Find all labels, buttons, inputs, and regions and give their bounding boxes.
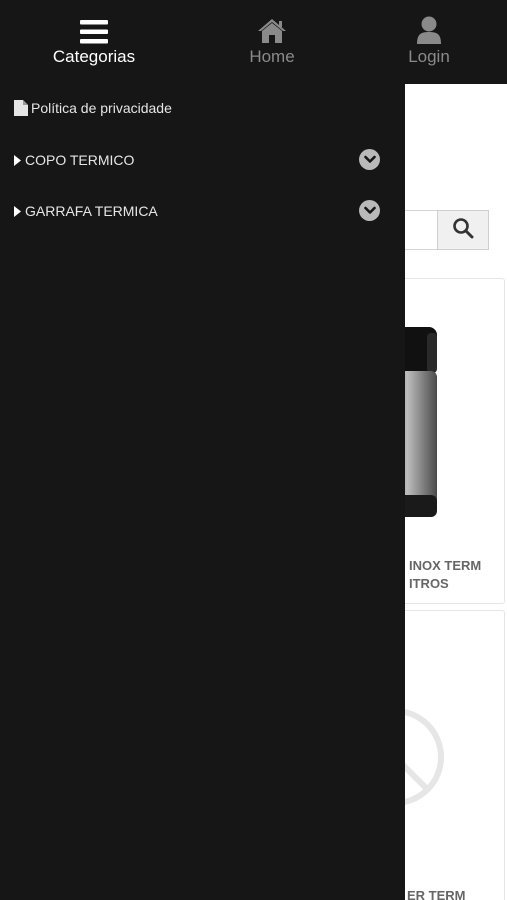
nav-login-label: Login [408,47,450,66]
menu-item-label: COPO TERMICO [25,152,135,168]
nav-login-button[interactable]: Login [369,0,489,84]
nav-categorias-button[interactable]: Categorias [34,0,154,84]
menu-item-label: GARRAFA TERMICA [25,203,158,219]
search-icon [452,217,474,244]
category-drawer: Política de privacidade COPO TERMICO GAR… [0,84,405,900]
caret-right-icon [14,205,21,217]
hamburger-menu-icon [80,0,108,46]
document-icon [14,100,28,116]
user-icon [417,0,441,46]
nav-categorias-label: Categorias [52,47,136,66]
nav-home-button[interactable]: Home [212,0,332,84]
nav-home-label: Home [249,47,295,66]
menu-item-privacy-policy[interactable]: Política de privacidade [0,88,405,128]
search-button[interactable] [437,210,489,250]
menu-item-label: Política de privacidade [31,100,172,116]
chevron-down-circle-icon[interactable] [359,149,380,170]
caret-right-icon [14,154,21,166]
menu-item-garrafa-termica[interactable]: GARRAFA TERMICA [0,191,405,231]
home-icon [257,0,287,46]
top-nav-bar: Categorias Home Login [0,0,507,84]
chevron-down-circle-icon[interactable] [359,200,380,221]
menu-item-copo-termico[interactable]: COPO TERMICO [0,140,405,180]
